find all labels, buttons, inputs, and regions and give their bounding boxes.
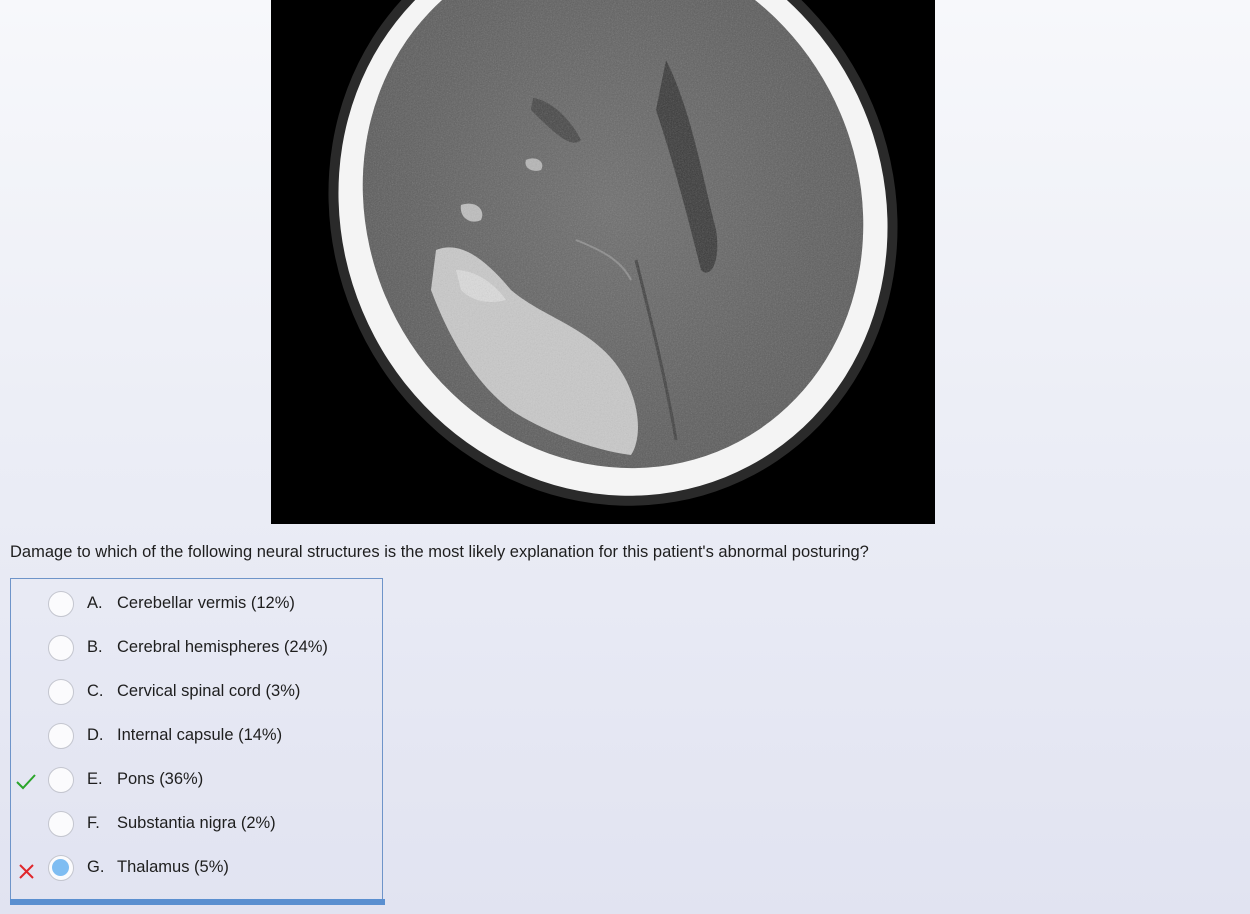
answer-choice-c[interactable]: C. Cervical spinal cord (3%) <box>11 676 381 710</box>
head-ct-scan-image <box>328 0 898 506</box>
answer-choice-g[interactable]: G. Thalamus (5%) <box>11 852 381 886</box>
answer-letter: A. <box>87 594 103 612</box>
radio-button-c[interactable] <box>48 679 74 705</box>
answer-choice-e[interactable]: E. Pons (36%) <box>11 764 381 798</box>
question-text: Damage to which of the following neural … <box>10 543 869 561</box>
answer-choice-f[interactable]: F. Substantia nigra (2%) <box>11 808 381 842</box>
answer-choices-box: A. Cerebellar vermis (12%) B. Cerebral h… <box>10 578 383 899</box>
answer-text: Pons (36%) <box>117 770 204 788</box>
answer-mark-d <box>15 727 37 749</box>
radio-button-f[interactable] <box>48 811 74 837</box>
checkmark-icon <box>15 771 37 793</box>
answer-text: Substantia nigra (2%) <box>117 814 276 832</box>
answers-bottom-bar <box>10 899 385 905</box>
radio-button-a[interactable] <box>48 591 74 617</box>
answer-mark-b <box>15 639 37 661</box>
answer-letter: C. <box>87 682 104 700</box>
answer-choice-d[interactable]: D. Internal capsule (14%) <box>11 720 381 754</box>
x-mark-icon <box>15 859 37 881</box>
answer-text: Thalamus (5%) <box>117 858 229 876</box>
answer-text: Cerebellar vermis (12%) <box>117 594 295 612</box>
answer-text: Cerebral hemispheres (24%) <box>117 638 328 656</box>
ct-scan-image <box>271 0 935 524</box>
answer-mark-f <box>15 815 37 837</box>
radio-button-e[interactable] <box>48 767 74 793</box>
answer-mark-a <box>15 595 37 617</box>
answer-letter: F. <box>87 814 100 832</box>
radio-button-g[interactable] <box>48 855 74 881</box>
answer-text: Cervical spinal cord (3%) <box>117 682 301 700</box>
answer-text: Internal capsule (14%) <box>117 726 283 744</box>
answer-mark-c <box>15 683 37 705</box>
answer-letter: B. <box>87 638 103 656</box>
answer-letter: D. <box>87 726 104 744</box>
answer-letter: E. <box>87 770 103 788</box>
answer-choice-b[interactable]: B. Cerebral hemispheres (24%) <box>11 632 381 666</box>
radio-button-b[interactable] <box>48 635 74 661</box>
answer-choice-a[interactable]: A. Cerebellar vermis (12%) <box>11 588 381 622</box>
answer-letter: G. <box>87 858 105 876</box>
radio-button-d[interactable] <box>48 723 74 749</box>
